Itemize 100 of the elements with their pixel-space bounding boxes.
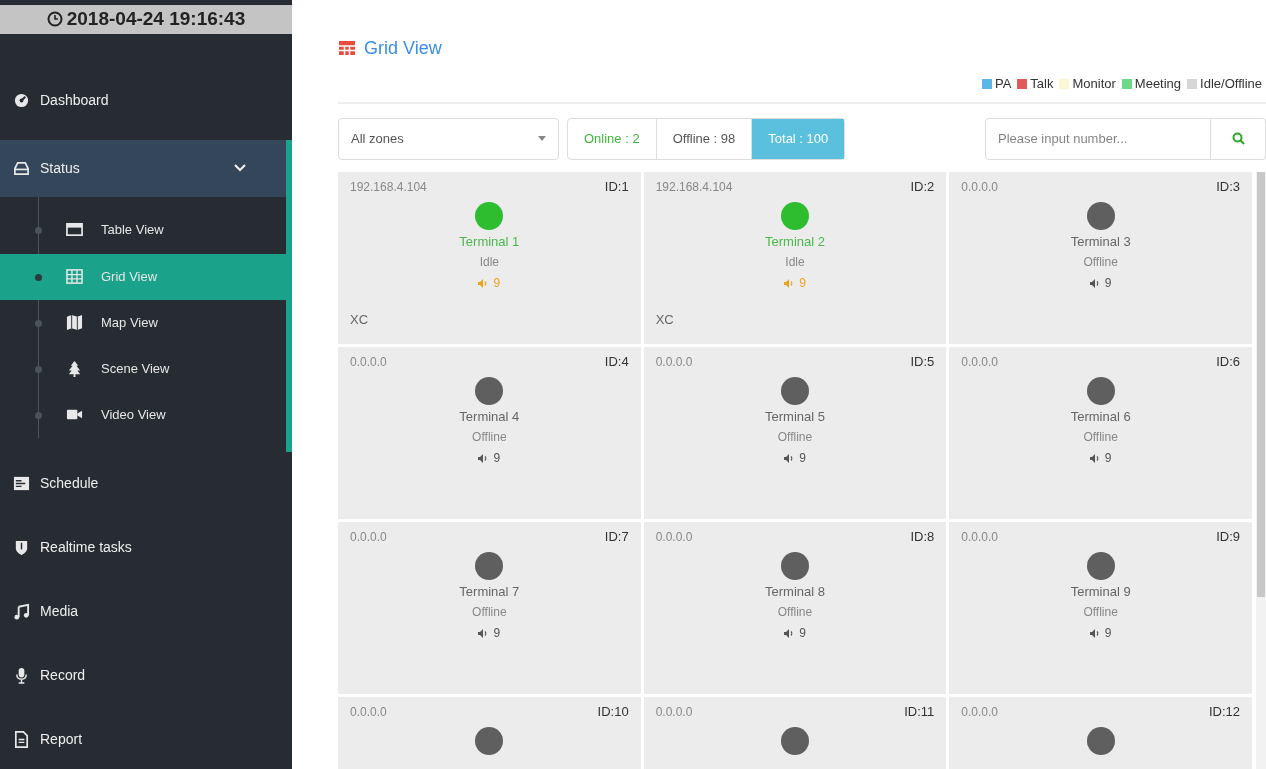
music-note-icon xyxy=(13,603,30,620)
menu-item[interactable]: Realtime tasks xyxy=(0,515,292,580)
ip-address: 0.0.0.0 xyxy=(350,528,387,546)
terminal-id: ID:9 xyxy=(1216,527,1240,546)
terminal-card[interactable]: 0.0.0.0 ID:4 Terminal 4 Offline 9 xyxy=(338,346,641,519)
volume-level: 9 xyxy=(1104,275,1112,292)
terminal-id: ID:4 xyxy=(604,352,629,371)
terminal-status: Offline xyxy=(1083,604,1118,621)
volume-level: 9 xyxy=(493,450,501,467)
terminal-id: ID:3 xyxy=(1216,177,1240,196)
drive-icon xyxy=(13,159,30,177)
menu-item[interactable]: Media xyxy=(0,579,292,644)
terminal-card[interactable]: 0.0.0.0 ID:12 xyxy=(949,696,1252,769)
terminal-name: Terminal 4 xyxy=(459,407,520,426)
terminal-name: Terminal 6 xyxy=(1070,407,1131,426)
volume-level: 9 xyxy=(799,625,806,642)
terminal-card[interactable]: 0.0.0.0 ID:8 Terminal 8 Offline 9 xyxy=(643,521,947,694)
terminal-card[interactable]: 0.0.0.0 ID:7 Terminal 7 Offline 9 xyxy=(338,521,641,694)
terminal-id: ID:2 xyxy=(910,177,935,196)
terminal-card[interactable]: 0.0.0.0 ID:11 xyxy=(643,696,947,769)
chevron-icon xyxy=(234,164,246,172)
legend-label: Monitor xyxy=(1072,75,1116,93)
zone-label: XC xyxy=(350,311,369,329)
table-icon xyxy=(338,40,356,56)
legend-label: Meeting xyxy=(1134,75,1182,93)
search-field[interactable]: Please input number... xyxy=(985,117,1211,160)
terminal-id: ID:11 xyxy=(904,702,935,721)
terminal-card[interactable]: 0.0.0.0 ID:3 Terminal 3 Offline 9 xyxy=(949,171,1252,344)
shield-icon xyxy=(13,539,30,556)
terminal-card[interactable]: 0.0.0.0 ID:10 xyxy=(338,696,641,769)
caret-icon xyxy=(538,136,546,141)
terminal-name: Terminal 3 xyxy=(1070,232,1131,251)
terminal-id: ID:8 xyxy=(910,527,935,546)
terminal-name: Terminal 5 xyxy=(765,407,825,426)
submenu-item[interactable]: Scene View xyxy=(0,345,286,392)
legend-label: Idle/Offline xyxy=(1200,75,1262,93)
scrollbar[interactable] xyxy=(1256,171,1266,769)
terminal-id: ID:6 xyxy=(1216,352,1240,371)
terminal-card[interactable]: 0.0.0.0 ID:9 Terminal 9 Offline 9 xyxy=(949,521,1252,694)
document-icon xyxy=(13,731,30,748)
microphone-icon xyxy=(13,667,30,684)
submenu-item[interactable]: Table View xyxy=(0,206,286,253)
speaker-icon xyxy=(1089,628,1101,638)
tree-icon xyxy=(66,360,83,377)
volume-level: 9 xyxy=(799,275,806,292)
volume-level: 9 xyxy=(493,275,501,292)
terminal-card[interactable]: 0.0.0.0 ID:5 Terminal 5 Offline 9 xyxy=(643,346,947,519)
ip-address: 0.0.0.0 xyxy=(655,353,693,371)
terminal-card[interactable]: 192.168.4.104 ID:1 Terminal 1 Idle 9 XC xyxy=(338,171,641,344)
terminal-status: Offline xyxy=(472,604,507,621)
page-title: Grid View xyxy=(364,36,442,60)
zone-dropdown[interactable]: All zones xyxy=(338,117,559,160)
menu-item[interactable]: Report xyxy=(0,707,292,769)
legend-label: Talk xyxy=(1030,75,1054,93)
terminal-card[interactable]: 192.168.4.104 ID:2 Terminal 2 Idle 9 XC xyxy=(643,171,947,344)
grid-icon xyxy=(66,268,83,285)
ip-address: 0.0.0.0 xyxy=(655,528,693,546)
ip-address: 0.0.0.0 xyxy=(961,178,999,196)
terminal-name: Terminal 8 xyxy=(765,582,825,601)
terminal-status: Offline xyxy=(777,604,813,621)
submenu-item[interactable]: Video View xyxy=(0,391,286,438)
menu-item[interactable]: Dashboard xyxy=(0,68,292,133)
ip-address: 0.0.0.0 xyxy=(961,703,999,721)
ip-address: 0.0.0.0 xyxy=(350,703,387,721)
menu-item[interactable]: Status xyxy=(0,139,286,197)
search-button[interactable] xyxy=(1211,117,1266,160)
terminal-name: Terminal 2 xyxy=(765,232,825,251)
terminal-name: Terminal 7 xyxy=(459,582,520,601)
terminal-card[interactable]: 0.0.0.0 ID:6 Terminal 6 Offline 9 xyxy=(949,346,1252,519)
zone-label: XC xyxy=(655,311,674,329)
terminal-status: Idle xyxy=(479,254,499,271)
terminal-id: ID:7 xyxy=(604,527,629,546)
list-icon xyxy=(13,475,30,492)
terminal-id: ID:5 xyxy=(910,352,935,371)
ip-address: 0.0.0.0 xyxy=(961,353,999,371)
terminal-status: Idle xyxy=(785,254,805,271)
terminal-status: Offline xyxy=(777,429,813,446)
speaker-icon xyxy=(1089,453,1101,463)
search-icon xyxy=(1231,132,1245,145)
gauge-icon xyxy=(13,92,30,109)
clock-time: 2018-04-24 19:16:43 xyxy=(66,7,246,31)
volume-level: 9 xyxy=(1104,450,1112,467)
ip-address: 0.0.0.0 xyxy=(655,703,693,721)
ip-address: 192.168.4.104 xyxy=(655,178,733,196)
ip-address: 0.0.0.0 xyxy=(350,353,387,371)
map-icon xyxy=(66,314,83,331)
terminal-id: ID:1 xyxy=(604,177,629,196)
scrollbar-thumb[interactable] xyxy=(1257,171,1265,597)
clock-icon xyxy=(46,11,63,28)
table-icon xyxy=(66,221,83,238)
terminal-name: Terminal 9 xyxy=(1070,582,1131,601)
volume-level: 9 xyxy=(799,450,806,467)
menu-item[interactable]: Record xyxy=(0,643,292,708)
terminal-id: ID:12 xyxy=(1208,702,1240,721)
submenu-item[interactable]: Map View xyxy=(0,299,286,346)
volume-level: 9 xyxy=(493,625,501,642)
terminal-name: Terminal 1 xyxy=(459,232,520,251)
terminal-status: Offline xyxy=(472,429,507,446)
menu-item[interactable]: Schedule xyxy=(0,451,292,516)
terminal-status: Offline xyxy=(1083,254,1118,271)
